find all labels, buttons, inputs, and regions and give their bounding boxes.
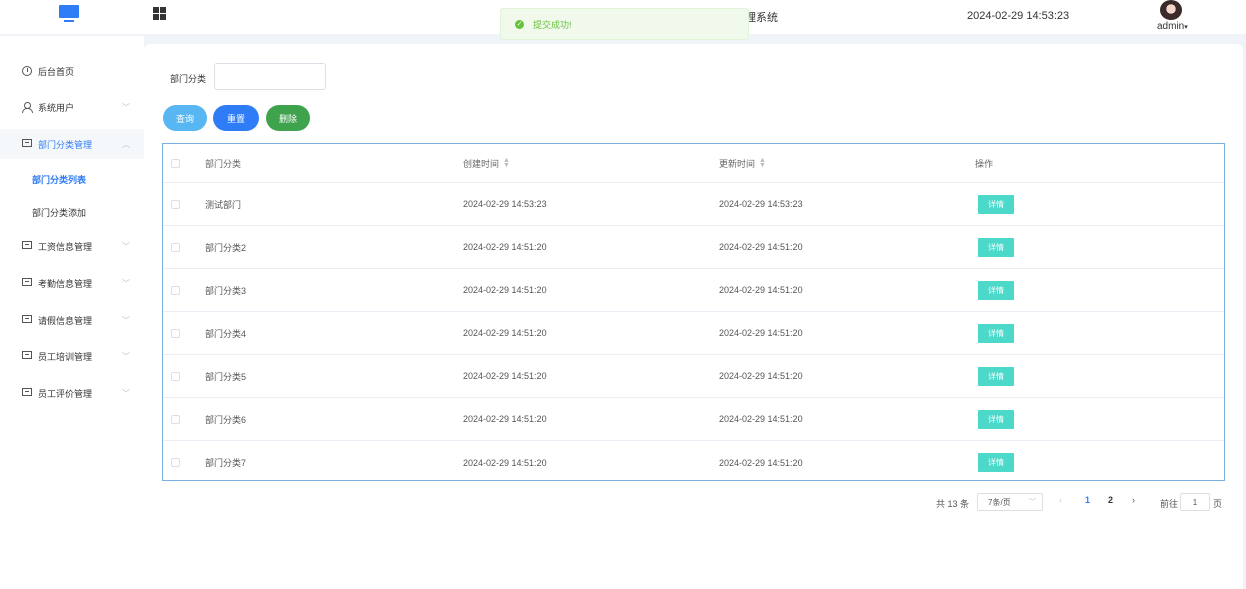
sidebar-item-label: 工资信息管理 [38, 241, 93, 252]
next-page-button[interactable]: › [1132, 495, 1135, 505]
detail-button[interactable]: 详情 [978, 453, 1014, 472]
table-header: 部门分类 创建时间 ▲ ▼ 更新时间 ▲ ▼ 操作 [163, 144, 1224, 183]
sidebar-item-leave[interactable]: 请假信息管理 ﹀ [0, 305, 144, 335]
chevron-down-icon: ﹀ [122, 315, 130, 325]
table-row: 部门分类6 2024-02-29 14:51:20 2024-02-29 14:… [163, 398, 1224, 441]
chevron-down-icon: ﹀ [122, 102, 130, 112]
sidebar: 后台首页 系统用户 ﹀ 部门分类管理 ︿ 部门分类列表 部门分类添加 工资信息管… [0, 36, 144, 589]
chevron-down-icon: ﹀ [1029, 499, 1036, 506]
sort-icon[interactable]: ▲ ▼ [503, 157, 510, 169]
sidebar-item-label: 请假信息管理 [38, 315, 93, 326]
goto-suffix: 页 [1213, 498, 1223, 509]
table-row: 部门分类4 2024-02-29 14:51:20 2024-02-29 14:… [163, 312, 1224, 355]
header-updated[interactable]: 更新时间 ▲ ▼ [719, 144, 766, 182]
goto-label: 前往 [1160, 498, 1179, 509]
page-size-select[interactable]: 7条/页 ﹀ [977, 493, 1043, 511]
header-created-label: 创建时间 [463, 158, 500, 169]
success-toast: ✓ 提交成功! [500, 8, 749, 40]
dept-category-input[interactable] [214, 63, 326, 90]
sidebar-item-home[interactable]: 后台首页 [0, 56, 144, 86]
chevron-down-icon: ﹀ [122, 388, 130, 398]
page-size-value: 7条/页 [988, 497, 1011, 507]
header-created[interactable]: 创建时间 ▲ ▼ [463, 144, 510, 182]
username: admin [1157, 21, 1185, 32]
chevron-down-icon: ﹀ [122, 241, 130, 251]
sidebar-item-label: 部门分类管理 [38, 139, 93, 150]
query-button[interactable]: 查询 [163, 105, 207, 131]
system-title: 理系统 [745, 12, 778, 24]
chevron-down-icon: ▾ [1184, 24, 1188, 31]
sidebar-item-system-users[interactable]: 系统用户 ﹀ [0, 92, 144, 122]
main-panel: 部门分类 查询 重置 删除 部门分类 创建时间 ▲ ▼ 更新时间 ▲ ▼ 操作 测试部门… [144, 44, 1243, 589]
table-row: 测试部门 2024-02-29 14:53:23 2024-02-29 14:5… [163, 183, 1224, 226]
dept-category-table: 部门分类 创建时间 ▲ ▼ 更新时间 ▲ ▼ 操作 测试部门 2024-02-29 14… [162, 143, 1225, 481]
pagination-total: 共 13 条 [936, 498, 970, 509]
form-icon [22, 241, 32, 251]
chevron-down-icon: ﹀ [122, 351, 130, 361]
sidebar-item-salary[interactable]: 工资信息管理 ﹀ [0, 231, 144, 261]
filter-label: 部门分类 [170, 74, 207, 84]
current-datetime: 2024-02-29 14:53:23 [967, 10, 1070, 22]
sidebar-item-label: 员工培训管理 [38, 351, 93, 362]
delete-button[interactable]: 删除 [266, 105, 310, 131]
sidebar-item-label: 后台首页 [38, 66, 75, 77]
detail-button[interactable]: 详情 [978, 280, 1014, 300]
chevron-up-icon: ︿ [122, 139, 130, 149]
page-number-1[interactable]: 1 [1085, 495, 1090, 505]
detail-button[interactable]: 详情 [978, 409, 1014, 429]
sidebar-item-attendance[interactable]: 考勤信息管理 ﹀ [0, 268, 144, 298]
sidebar-subitem-dept-add[interactable]: 部门分类添加 [0, 197, 144, 227]
sidebar-item-label: 考勤信息管理 [38, 278, 93, 289]
sidebar-item-training[interactable]: 员工培训管理 ﹀ [0, 341, 144, 371]
toast-message: 提交成功! [533, 19, 572, 30]
table-row: 部门分类2 2024-02-29 14:51:20 2024-02-29 14:… [163, 226, 1224, 269]
form-icon [22, 278, 32, 288]
detail-button[interactable]: 详情 [978, 323, 1014, 343]
sidebar-item-evaluation[interactable]: 员工评价管理 ﹀ [0, 378, 144, 408]
sidebar-item-dept-category[interactable]: 部门分类管理 ︿ [0, 129, 144, 159]
reset-button[interactable]: 重置 [213, 105, 259, 131]
table-row: 部门分类5 2024-02-29 14:51:20 2024-02-29 14:… [163, 355, 1224, 398]
table-row: 部门分类3 2024-02-29 14:51:20 2024-02-29 14:… [163, 269, 1224, 312]
select-all-checkbox[interactable] [171, 158, 180, 168]
form-icon [22, 388, 32, 398]
sidebar-item-label: 系统用户 [38, 102, 75, 113]
form-icon [22, 139, 32, 149]
header-name: 部门分类 [205, 158, 242, 169]
form-icon [22, 315, 32, 325]
table-row: 部门分类7 2024-02-29 14:51:20 2024-02-29 14:… [163, 441, 1224, 484]
user-icon [22, 102, 33, 113]
goto-page-input[interactable]: 1 [1180, 493, 1210, 511]
monitor-logo-icon [59, 5, 79, 23]
avatar[interactable] [1160, 0, 1182, 20]
prev-page-button[interactable]: ‹ [1059, 495, 1062, 505]
check-circle-icon: ✓ [515, 19, 524, 29]
chevron-down-icon: ﹀ [122, 278, 130, 288]
clock-icon [22, 66, 32, 76]
form-icon [22, 351, 32, 361]
page-number-2[interactable]: 2 [1108, 495, 1113, 505]
detail-button[interactable]: 详情 [978, 194, 1014, 214]
detail-button[interactable]: 详情 [978, 237, 1014, 257]
header-updated-label: 更新时间 [719, 158, 756, 169]
sort-icon[interactable]: ▲ ▼ [759, 157, 766, 169]
menu-grid-icon[interactable] [153, 7, 166, 20]
user-menu[interactable]: admin▾ [1157, 21, 1188, 32]
sidebar-subitem-dept-list[interactable]: 部门分类列表 [0, 164, 144, 194]
header-actions: 操作 [975, 158, 994, 169]
detail-button[interactable]: 详情 [978, 366, 1014, 386]
sidebar-item-label: 员工评价管理 [38, 388, 93, 399]
